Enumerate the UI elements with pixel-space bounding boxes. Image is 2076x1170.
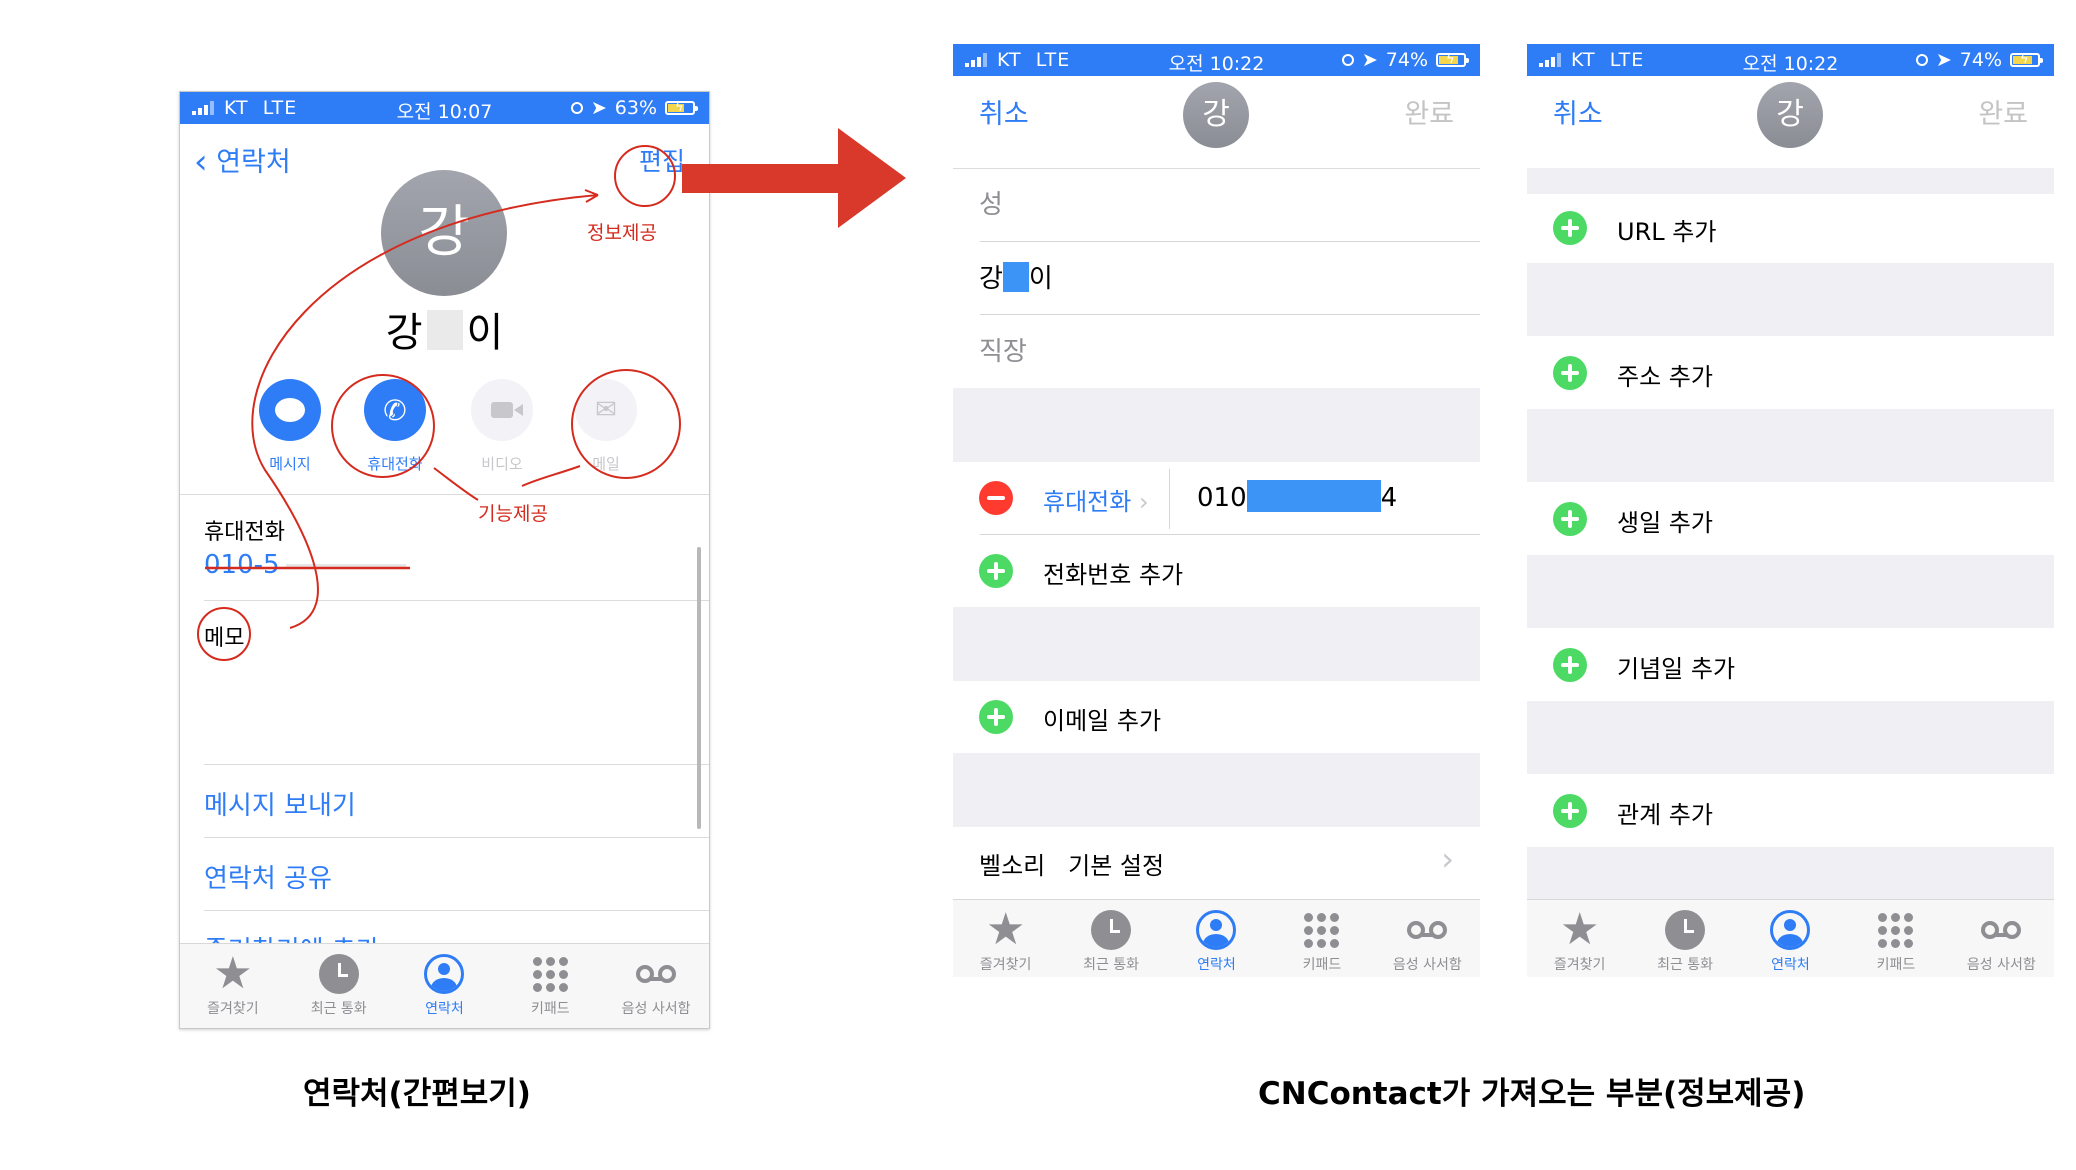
contact-edit-screen: KT LTE 오전 10:22 ➤ 74% ϟ 취소 강 완료 성 강이 직장 … [953, 44, 1480, 977]
function-arrow-left [433, 467, 479, 501]
done-button[interactable]: 완료 [1404, 92, 1454, 131]
add-phone-label[interactable]: 전화번호 추가 [1043, 555, 1183, 590]
name-redaction [1002, 262, 1029, 292]
chevron-right-icon: › [1138, 488, 1149, 516]
tab-favorites[interactable]: ★ 즐겨찾기 [953, 906, 1058, 974]
divider [1169, 469, 1170, 529]
left-caption: 연락처(간편보기) [303, 1076, 531, 1112]
star-icon: ★ [985, 904, 1026, 955]
tab-recents[interactable]: 최근 통화 [1058, 906, 1163, 974]
add-phone-button[interactable] [979, 554, 1013, 588]
person-circle-icon [1770, 910, 1811, 950]
section-gap [953, 388, 1480, 462]
cancel-button[interactable]: 취소 [1553, 92, 1603, 131]
mail-annotation-circle [571, 369, 681, 479]
tab-voicemail[interactable]: 음성 사서함 [1949, 906, 2054, 974]
keypad-icon [1304, 912, 1340, 948]
add-email-button[interactable] [979, 700, 1013, 734]
add-relation-label[interactable]: 관계 추가 [1617, 795, 1713, 830]
section-gap [1527, 847, 2054, 899]
company-field[interactable]: 직장 [979, 331, 1027, 368]
section-gap [1527, 701, 2054, 774]
tab-recents[interactable]: 최근 통화 [1632, 906, 1737, 974]
battery-percent: 74% [1959, 49, 2002, 71]
avatar: 강 [1757, 82, 1823, 148]
section-gap [1527, 263, 2054, 336]
remove-phone-button[interactable] [979, 481, 1013, 515]
tab-voicemail[interactable]: 음성 사서함 [1375, 906, 1480, 974]
first-name-field[interactable]: 강이 [979, 258, 1053, 295]
battery-icon: ϟ [2010, 52, 2043, 67]
function-annotation-label: 기능제공 [478, 503, 548, 525]
add-anniversary-label[interactable]: 기념일 추가 [1617, 649, 1735, 684]
star-icon: ★ [1559, 904, 1600, 955]
contact-edit-screen-scrolled: KT LTE 오전 10:22 ➤ 74% ϟ 취소 강 완료 URL 추가 주… [1527, 44, 2054, 977]
add-url-button[interactable] [1553, 211, 1587, 245]
section-gap [953, 753, 1480, 827]
section-gap [1527, 555, 2054, 628]
battery-icon: ϟ [1436, 52, 1469, 67]
tab-favorites[interactable]: ★ 즐겨찾기 [1527, 906, 1632, 974]
right-caption: CNContact가 가져오는 부분(정보제공) [1258, 1076, 1806, 1112]
add-relation-button[interactable] [1553, 794, 1587, 828]
clock-icon [1091, 910, 1132, 950]
chevron-right-icon: › [1441, 840, 1454, 878]
location-icon: ➤ [1361, 49, 1378, 71]
voicemail-icon [1407, 921, 1448, 939]
tab-bar: ★ 즐겨찾기 최근 통화 연락처 키패드 음성 사서함 [1527, 899, 2054, 977]
info-arrow-path [251, 194, 599, 629]
add-address-label[interactable]: 주소 추가 [1617, 357, 1713, 392]
avatar: 강 [1183, 82, 1249, 148]
add-url-label[interactable]: URL 추가 [1617, 212, 1716, 247]
tab-contacts[interactable]: 연락처 [1164, 906, 1269, 974]
info-annotation-label: 정보제공 [587, 222, 657, 244]
divider [953, 168, 1480, 169]
battery-percent: 74% [1385, 49, 1428, 71]
phone-number-field[interactable]: 010 4 [1197, 480, 1397, 513]
tab-keypad[interactable]: 키패드 [1269, 906, 1374, 974]
section-gap [1527, 409, 2054, 482]
orientation-lock-icon [1341, 54, 1354, 66]
add-anniversary-button[interactable] [1553, 648, 1587, 682]
section-gap [1527, 168, 2054, 194]
clock-icon [1665, 910, 1706, 950]
last-name-field[interactable]: 성 [979, 184, 1003, 221]
add-birthday-button[interactable] [1553, 502, 1587, 536]
done-button[interactable]: 완료 [1978, 92, 2028, 131]
add-birthday-label[interactable]: 생일 추가 [1617, 503, 1713, 538]
tab-keypad[interactable]: 키패드 [1843, 906, 1948, 974]
ringtone-row[interactable]: 벨소리 기본 설정 [979, 846, 1164, 881]
call-annotation-circle [331, 374, 435, 478]
status-bar: KT LTE 오전 10:22 ➤ 74% ϟ [1527, 44, 2054, 76]
cancel-button[interactable]: 취소 [979, 92, 1029, 131]
divider [980, 534, 1480, 535]
section-gap [953, 607, 1480, 681]
big-red-arrow [682, 128, 906, 228]
tab-bar: ★ 즐겨찾기 최근 통화 연락처 키패드 음성 사서함 [953, 899, 1480, 977]
memo-annotation-circle [197, 607, 251, 661]
status-bar: KT LTE 오전 10:22 ➤ 74% ϟ [953, 44, 1480, 76]
tab-contacts[interactable]: 연락처 [1738, 906, 1843, 974]
voicemail-icon [1981, 921, 2022, 939]
divider [980, 241, 1480, 242]
phone-redaction [1246, 480, 1381, 512]
person-circle-icon [1196, 910, 1237, 950]
phone-label-selector[interactable]: 휴대전화 › [1043, 482, 1149, 517]
keypad-icon [1878, 912, 1914, 948]
add-email-label[interactable]: 이메일 추가 [1043, 701, 1161, 736]
edit-annotation-circle [614, 145, 676, 207]
function-arrow-right [521, 465, 581, 487]
location-icon: ➤ [1935, 49, 1952, 71]
add-address-button[interactable] [1553, 356, 1587, 390]
divider [980, 314, 1480, 315]
orientation-lock-icon [1915, 54, 1928, 66]
